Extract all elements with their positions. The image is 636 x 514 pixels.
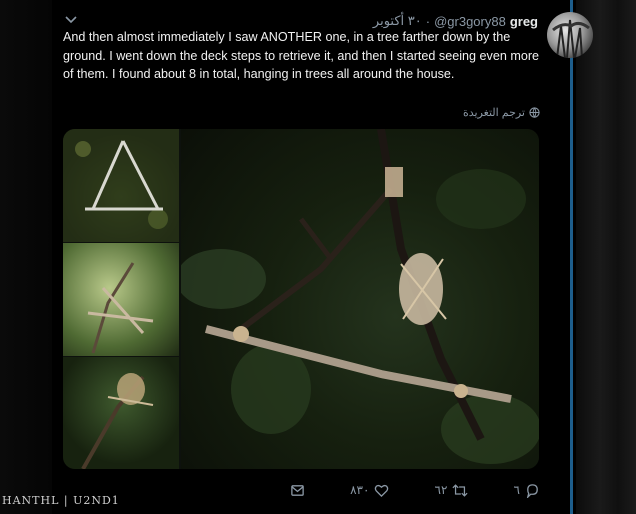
globe-icon [529,107,540,118]
avatar[interactable] [547,12,593,58]
share-button[interactable] [290,483,305,498]
chevron-down-icon[interactable] [64,13,78,27]
translate-label: ترجم التغريدة [462,107,525,119]
translate-tweet[interactable]: ترجم التغريدة [463,106,540,119]
user-handle[interactable]: @gr3gory88 [434,14,506,29]
user-name[interactable]: greg [510,14,538,29]
stick-figure-photo [176,129,539,464]
share-icon [291,484,304,496]
reply-count: ٦ [513,483,520,497]
retweet-icon [452,483,468,497]
photo-main[interactable] [176,129,539,469]
like-icon [375,484,389,497]
avatar-image [552,19,590,58]
separator: · [425,13,431,29]
thread-line [570,0,573,514]
retweet-count: ٦٢ [434,483,448,497]
tweet-actions: ٨٣٠ ٦٢ ٦ [290,480,540,500]
tweet-time[interactable]: ٣٠ أكتوبر [373,13,422,29]
stick-triangle-photo [63,129,179,242]
tweet-text: And then almost immediately I saw ANOTHE… [63,30,540,81]
photo-thumbnail-3[interactable] [63,357,179,469]
watermark: HANTHL | U2ND1 [2,494,120,507]
tweet-media[interactable] [63,129,539,469]
retweet-button[interactable]: ٦٢ [435,483,469,498]
photo-thumbnail-2[interactable] [63,243,179,356]
right-backdrop [576,0,636,514]
bundle-photo [81,373,154,469]
photo-thumbnail-1[interactable] [63,129,179,242]
reply-icon [526,483,538,498]
left-backdrop [0,0,52,514]
like-count: ٨٣٠ [350,483,370,497]
like-button[interactable]: ٨٣٠ [350,483,389,498]
hanging-sticks-photo [87,262,154,354]
reply-button[interactable]: ٦ [514,483,540,498]
